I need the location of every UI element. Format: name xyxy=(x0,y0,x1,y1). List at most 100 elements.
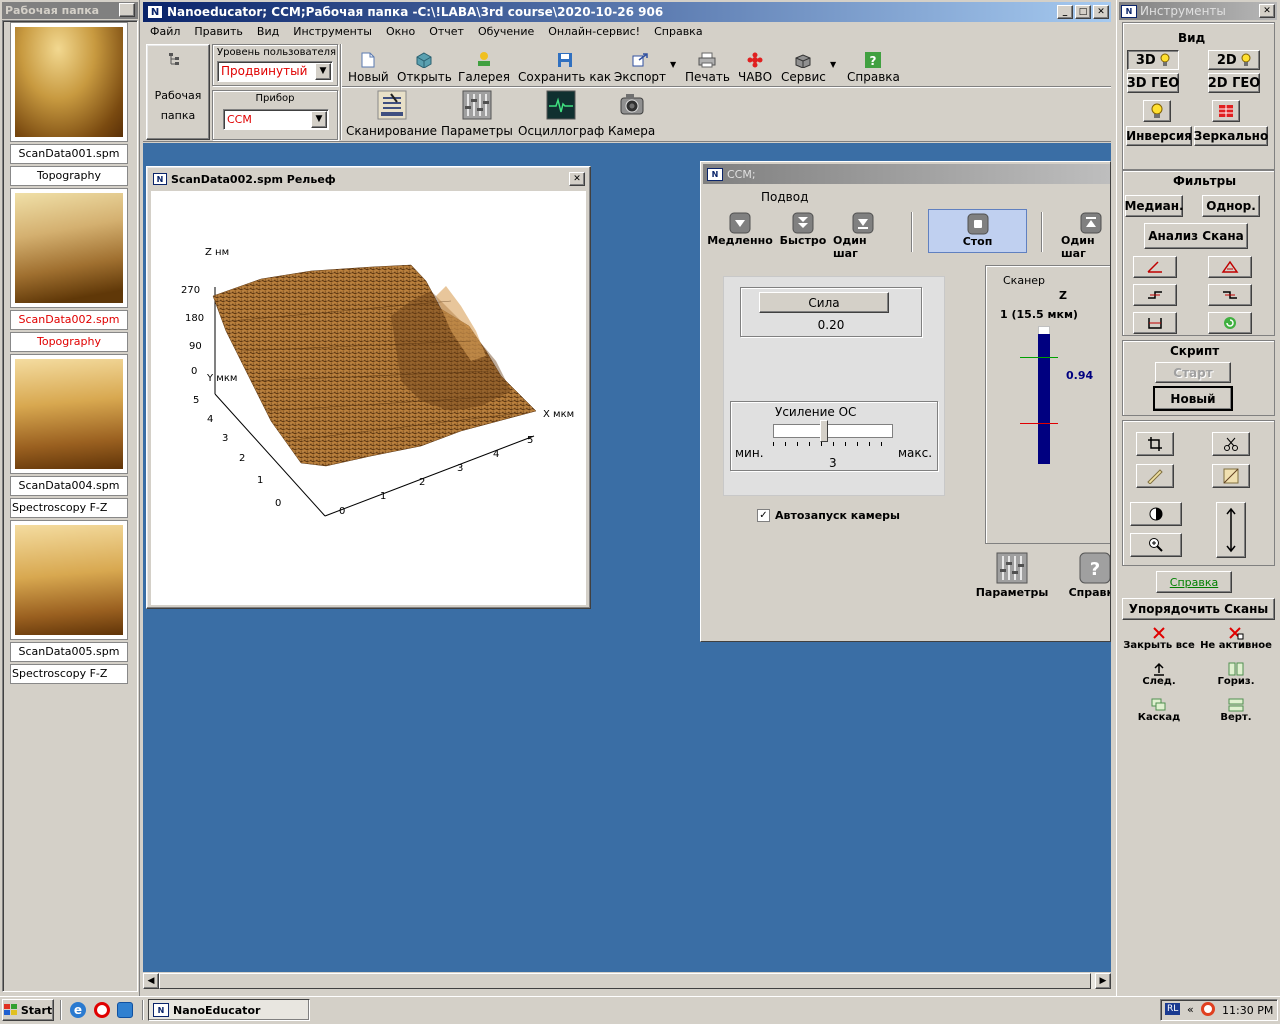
menu-training[interactable]: Обучение xyxy=(471,22,541,41)
thumbnail-filename[interactable]: ScanData005.spm xyxy=(10,642,128,662)
menu-tools[interactable]: Инструменты xyxy=(286,22,379,41)
tile-vertical-button[interactable]: Верт. xyxy=(1198,698,1274,723)
ccm-help-button[interactable]: ? Справка xyxy=(1065,552,1110,599)
ccm-window[interactable]: N CCM; Подвод Медленно Быстро Один шаг С… xyxy=(700,161,1111,642)
close-icon[interactable]: ✕ xyxy=(1259,4,1275,18)
arrange-scans-button[interactable]: Упорядочить Сканы xyxy=(1122,598,1275,620)
chevron-down-icon[interactable]: ▼ xyxy=(315,63,331,80)
thumbnail-filename[interactable]: ScanData001.spm xyxy=(10,144,128,164)
menu-online-service[interactable]: Онлайн-сервис! xyxy=(541,22,647,41)
workfolder-button[interactable]: Рабочая папка xyxy=(146,44,210,140)
invert-icon-button[interactable] xyxy=(1143,100,1171,122)
measure-button[interactable] xyxy=(1136,464,1174,488)
chevron-down-icon[interactable]: ▼ xyxy=(311,111,327,128)
menu-report[interactable]: Отчет xyxy=(422,22,471,41)
gain-slider[interactable] xyxy=(773,424,893,438)
script-new-button[interactable]: Новый xyxy=(1153,386,1233,411)
browser-icon[interactable] xyxy=(117,1002,133,1018)
scan-analysis-button[interactable]: Анализ Скана xyxy=(1144,223,1248,249)
force-button[interactable]: Сила xyxy=(759,292,889,313)
opera-icon[interactable] xyxy=(94,1002,110,1018)
thumbnail-filename[interactable]: ScanData002.spm xyxy=(10,310,128,330)
approach-fast-button[interactable]: Быстро xyxy=(777,212,829,247)
next-window-button[interactable]: След. xyxy=(1122,662,1196,687)
step-correct-button[interactable] xyxy=(1133,284,1177,306)
view-3d-geo-button[interactable]: 3D ГЕО xyxy=(1127,73,1179,93)
parameters-button[interactable]: Параметры xyxy=(441,90,513,138)
zoom-button[interactable] xyxy=(1130,533,1182,557)
crop-button[interactable] xyxy=(1136,432,1174,456)
export-button[interactable]: Экспорт xyxy=(614,46,666,84)
view-2d-geo-button[interactable]: 2D ГЕО xyxy=(1208,73,1260,93)
menu-help[interactable]: Справка xyxy=(647,22,709,41)
chevron-left-icon[interactable]: « xyxy=(1187,1003,1194,1016)
approach-one-step-button[interactable]: Один шаг xyxy=(833,212,893,260)
profile-button[interactable] xyxy=(1133,312,1177,334)
menu-file[interactable]: Файл xyxy=(143,22,187,41)
cut-button[interactable] xyxy=(1212,432,1250,456)
horizontal-scrollbar[interactable]: ◀ ▶ xyxy=(143,972,1111,989)
invert-button[interactable]: Инверсия xyxy=(1126,126,1192,146)
device-select[interactable]: CCM ▼ xyxy=(223,109,329,130)
gallery-button[interactable]: Галерея xyxy=(458,46,510,84)
thumbnail-item-2[interactable]: ScanData002.spm Topography xyxy=(10,188,128,352)
script-start-button[interactable]: Старт xyxy=(1155,362,1231,383)
ie-icon[interactable]: e xyxy=(70,1002,86,1018)
scan-thumbnail-2[interactable] xyxy=(10,188,128,308)
user-level-select[interactable]: Продвинутый ▼ xyxy=(217,61,333,82)
retract-one-step-button[interactable]: Один шаг xyxy=(1061,212,1110,260)
thumbnail-filename[interactable]: ScanData004.spm xyxy=(10,476,128,496)
scan-thumbnail-4[interactable] xyxy=(10,520,128,640)
median-filter-button[interactable]: Медиан. xyxy=(1124,195,1184,217)
autostart-checkbox[interactable]: ✓ Автозапуск камеры xyxy=(757,509,900,522)
close-icon[interactable]: ✕ xyxy=(1093,5,1109,19)
thumbnail-item-3[interactable]: ScanData004.spm Spectroscopy F-Z xyxy=(10,354,128,518)
vertical-scale-button[interactable] xyxy=(1216,502,1246,558)
menu-edit[interactable]: Править xyxy=(187,22,250,41)
close-all-button[interactable]: Закрыть все xyxy=(1122,626,1196,651)
service-button[interactable]: Сервис xyxy=(781,46,826,84)
mirror-button[interactable]: Зеркально xyxy=(1194,126,1268,146)
scan-3d-view[interactable]: Z нм 270 180 90 0 Y мкм 5 4 3 2 1 0 X мк… xyxy=(151,191,586,605)
save-as-button[interactable]: Сохранить как xyxy=(518,46,611,84)
minimize-icon[interactable]: _ xyxy=(1057,5,1073,19)
approach-slow-button[interactable]: Медленно xyxy=(707,212,773,247)
language-indicator[interactable]: RL xyxy=(1165,1003,1181,1015)
tools-help-button[interactable]: Справка xyxy=(1156,571,1232,593)
scroll-left-icon[interactable]: ◀ xyxy=(143,973,159,989)
plane-button[interactable] xyxy=(1212,464,1250,488)
open-button[interactable]: Открыть xyxy=(397,46,452,84)
start-button[interactable]: Start xyxy=(2,999,54,1021)
tilt-correct-button[interactable] xyxy=(1133,256,1177,278)
line-correct-button[interactable] xyxy=(1208,284,1252,306)
menu-view[interactable]: Вид xyxy=(250,22,286,41)
scroll-right-icon[interactable]: ▶ xyxy=(1095,973,1111,989)
rotate-button[interactable] xyxy=(1208,312,1252,334)
export-dropdown-icon[interactable]: ▼ xyxy=(670,60,676,69)
help-button[interactable]: ? Справка xyxy=(847,46,900,84)
ccm-parameters-button[interactable]: Параметры xyxy=(976,552,1048,599)
maximize-icon[interactable]: □ xyxy=(1075,5,1091,19)
close-icon[interactable]: ✕ xyxy=(119,3,135,17)
contrast-button[interactable] xyxy=(1130,502,1182,526)
new-button[interactable]: Новый xyxy=(348,46,389,84)
uniform-filter-button[interactable]: Однор. xyxy=(1202,195,1260,217)
scan-window[interactable]: N ScanData002.spm Рельеф ✕ Z нм 270 180 … xyxy=(146,166,591,609)
checkbox-checked-icon[interactable]: ✓ xyxy=(757,509,770,522)
mirror-icon-button[interactable] xyxy=(1212,100,1240,122)
tile-horizontal-button[interactable]: Гориз. xyxy=(1198,662,1274,687)
scrollbar-thumb[interactable] xyxy=(159,973,1091,989)
print-button[interactable]: Печать xyxy=(685,46,730,84)
taskbar-nanoeducator[interactable]: N NanoEducator xyxy=(148,999,310,1021)
menu-window[interactable]: Окно xyxy=(379,22,422,41)
scan-thumbnail-3[interactable] xyxy=(10,354,128,474)
view-2d-button[interactable]: 2D xyxy=(1208,50,1260,70)
triangle-filter-button[interactable] xyxy=(1208,256,1252,278)
service-dropdown-icon[interactable]: ▼ xyxy=(830,60,836,69)
close-icon[interactable]: ✕ xyxy=(569,172,585,186)
scan-thumbnail-1[interactable] xyxy=(10,22,128,142)
faq-button[interactable]: ЧАВО xyxy=(738,46,772,84)
scanning-button[interactable]: Сканирование xyxy=(346,90,437,138)
gain-slider-thumb[interactable] xyxy=(820,420,828,442)
thumbnail-item-1[interactable]: ScanData001.spm Topography xyxy=(10,22,128,186)
